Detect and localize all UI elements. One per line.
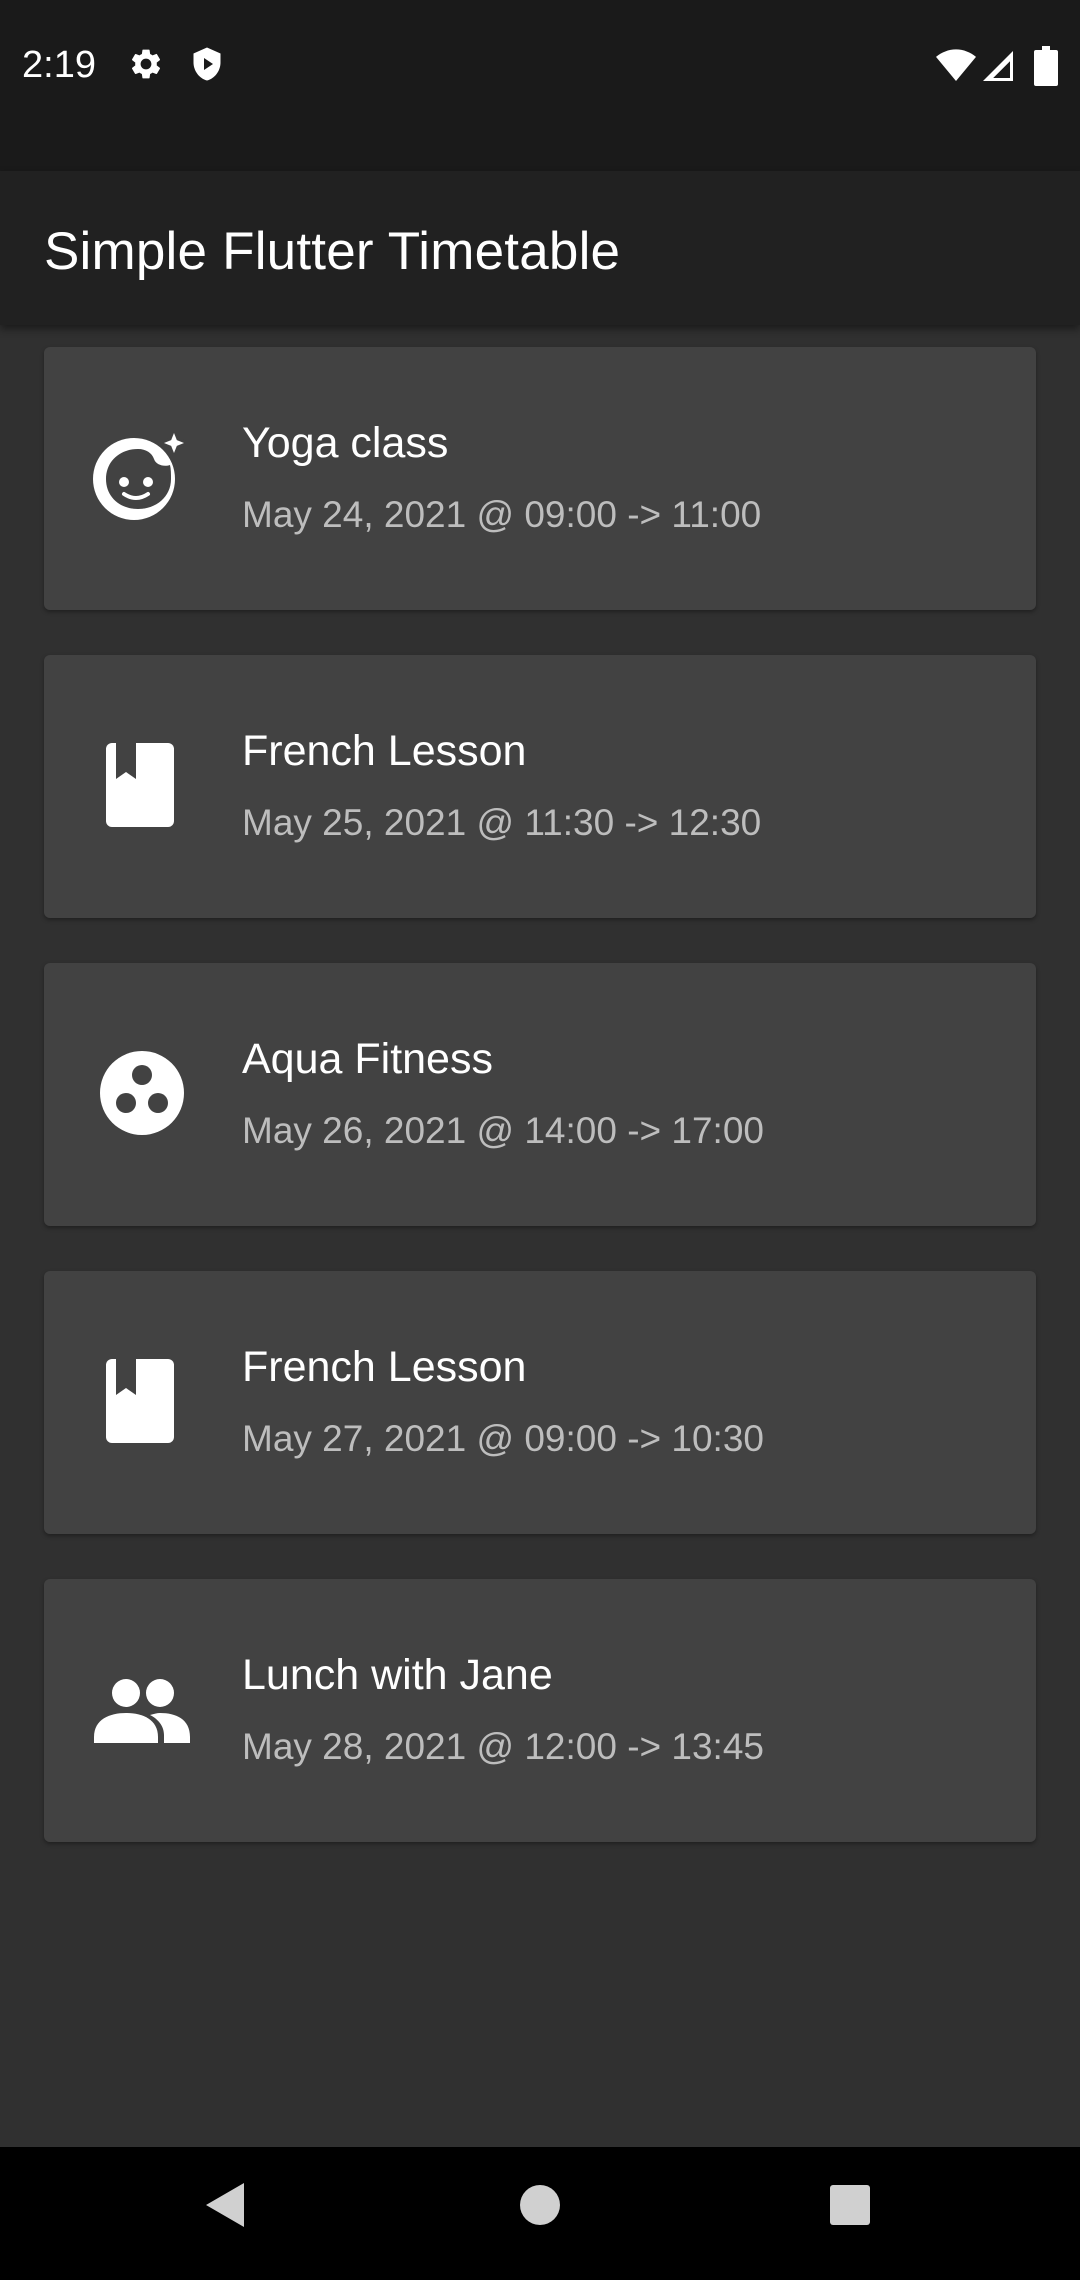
battery-icon [1034,46,1058,86]
recents-icon[interactable] [822,2177,878,2233]
app-bar: Simple Flutter Timetable [0,171,1080,325]
bowling-ball-icon [100,1051,184,1135]
face-sparkle-icon [93,427,192,520]
event-title: Lunch with Jane [242,1651,553,1699]
event-card[interactable]: Yoga class May 24, 2021 @ 09:00 -> 11:00 [44,347,1036,610]
shield-play-icon [193,47,221,81]
wifi-icon [936,49,976,81]
event-time: May 25, 2021 @ 11:30 -> 12:30 [242,802,762,843]
event-title: Aqua Fitness [242,1035,493,1083]
people-icon [94,1679,190,1743]
back-icon[interactable] [196,2177,252,2233]
event-time: May 26, 2021 @ 14:00 -> 17:00 [242,1110,764,1151]
book-icon [106,1359,174,1443]
system-nav-bar [0,2147,1080,2280]
page-title: Simple Flutter Timetable [44,222,621,281]
event-time: May 27, 2021 @ 09:00 -> 10:30 [242,1418,764,1459]
gear-icon [131,49,161,79]
signal-icon [983,51,1013,81]
status-time: 2:19 [22,44,96,86]
event-title: French Lesson [242,727,527,775]
status-bar: 2:19 [0,0,1080,171]
event-card[interactable]: Lunch with Jane May 28, 2021 @ 12:00 -> … [44,1579,1036,1842]
event-card[interactable]: French Lesson May 25, 2021 @ 11:30 -> 12… [44,655,1036,918]
event-time: May 24, 2021 @ 09:00 -> 11:00 [242,494,762,535]
event-card[interactable]: Aqua Fitness May 26, 2021 @ 14:00 -> 17:… [44,963,1036,1226]
home-icon[interactable] [512,2177,568,2233]
event-list[interactable]: Yoga class May 24, 2021 @ 09:00 -> 11:00… [0,325,1080,2147]
event-card[interactable]: French Lesson May 27, 2021 @ 09:00 -> 10… [44,1271,1036,1534]
event-title: Yoga class [242,419,449,467]
book-icon [106,743,174,827]
event-title: French Lesson [242,1343,527,1391]
event-time: May 28, 2021 @ 12:00 -> 13:45 [242,1726,764,1767]
